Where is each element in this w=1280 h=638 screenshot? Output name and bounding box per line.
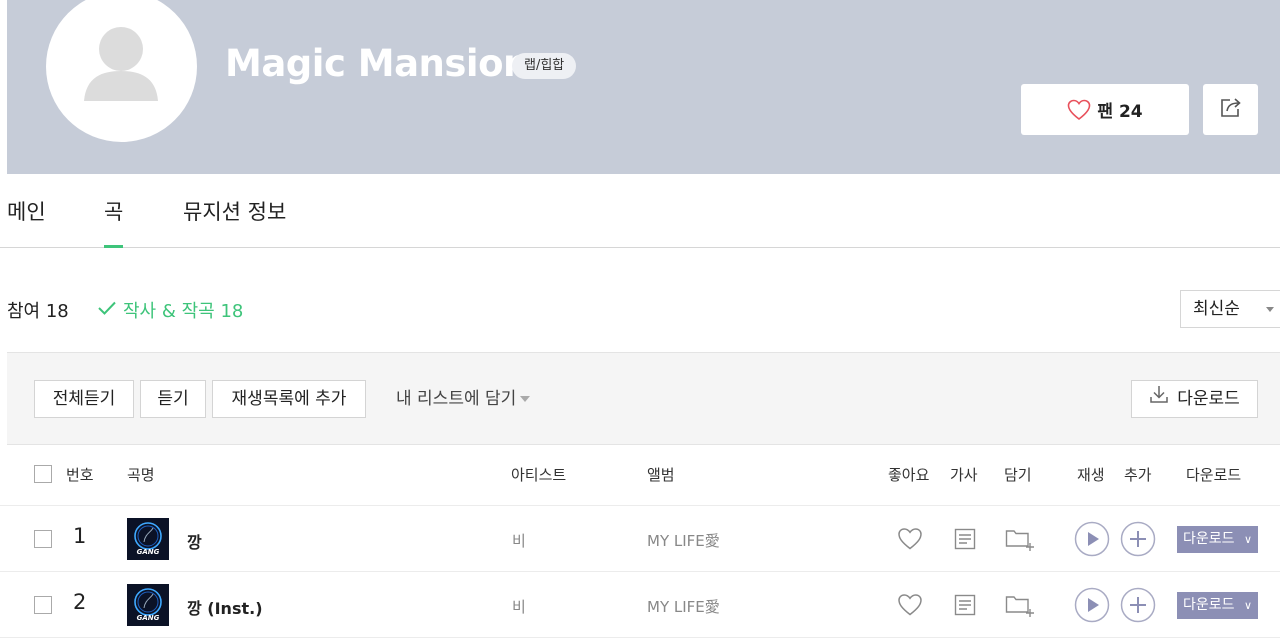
tab-musician-info[interactable]: 뮤지션 정보 xyxy=(183,196,286,226)
table-row: 1 GANG 깡 비 MY LIFE愛 다운로드 ∨ xyxy=(0,506,1280,572)
add-to-playlist-button[interactable]: 재생목록에 추가 xyxy=(212,380,366,418)
play-button[interactable]: 듣기 xyxy=(140,380,206,418)
song-title[interactable]: 깡 (Inst.) xyxy=(187,595,263,619)
download-label: 다운로드 xyxy=(1177,389,1240,409)
tab-bar: 메인 곡 뮤지션 정보 xyxy=(0,174,1280,248)
save-folder-icon[interactable] xyxy=(1005,593,1035,621)
add-circle-icon[interactable] xyxy=(1120,521,1156,561)
download-button[interactable]: 다운로드 xyxy=(1131,380,1258,418)
col-number: 번호 xyxy=(66,466,94,484)
row-checkbox[interactable] xyxy=(34,596,52,614)
song-title[interactable]: 깡 xyxy=(187,529,202,553)
col-lyrics: 가사 xyxy=(950,466,978,484)
share-icon xyxy=(1219,97,1243,123)
like-heart-icon[interactable] xyxy=(897,593,923,621)
artist-header: Magic Mansion 랩/힙합 팬 24 xyxy=(7,0,1280,174)
share-button[interactable] xyxy=(1203,84,1258,135)
add-circle-icon[interactable] xyxy=(1120,587,1156,627)
album-cover[interactable]: GANG xyxy=(127,518,169,560)
chevron-down-icon: ∨ xyxy=(1243,533,1252,546)
add-to-my-list-dropdown[interactable]: 내 리스트에 담기 xyxy=(396,380,531,418)
row-number: 1 xyxy=(73,524,87,548)
col-save: 담기 xyxy=(1004,466,1032,484)
lyrics-icon[interactable] xyxy=(954,528,976,554)
svg-text:GANG: GANG xyxy=(137,614,160,622)
my-list-label: 내 리스트에 담기 xyxy=(396,389,517,409)
col-download: 다운로드 xyxy=(1186,466,1242,484)
play-circle-icon[interactable] xyxy=(1074,521,1110,561)
lyrics-icon[interactable] xyxy=(954,594,976,620)
caret-down-icon xyxy=(1266,307,1274,312)
tab-songs[interactable]: 곡 xyxy=(104,196,124,248)
col-album: 앨범 xyxy=(647,466,675,484)
song-toolbar: 전체듣기 듣기 재생목록에 추가 내 리스트에 담기 다운로드 xyxy=(7,352,1280,445)
song-album[interactable]: MY LIFE愛 xyxy=(647,596,720,617)
table-row: 2 GANG 깡 (Inst.) 비 MY LIFE愛 다운로드 ∨ xyxy=(0,572,1280,638)
fan-button[interactable]: 팬 24 xyxy=(1021,84,1189,135)
genre-badge: 랩/힙합 xyxy=(512,53,577,79)
album-art-icon: GANG xyxy=(127,584,169,626)
row-download-button[interactable]: 다운로드 ∨ xyxy=(1177,526,1258,553)
play-all-button[interactable]: 전체듣기 xyxy=(34,380,134,418)
check-icon xyxy=(97,300,117,321)
artist-avatar xyxy=(46,0,197,142)
artist-name: Magic Mansion xyxy=(225,42,529,85)
col-add: 추가 xyxy=(1124,466,1152,484)
table-header: 번호 곡명 아티스트 앨범 좋아요 가사 담기 재생 추가 다운로드 xyxy=(0,446,1280,506)
download-icon xyxy=(1149,381,1169,417)
filter-songwriter[interactable]: 작사 & 작곡 18 xyxy=(97,297,243,323)
col-play: 재생 xyxy=(1077,466,1105,484)
participation-count[interactable]: 참여 18 xyxy=(7,297,69,323)
song-album[interactable]: MY LIFE愛 xyxy=(647,530,720,551)
default-profile-icon xyxy=(84,27,158,101)
like-heart-icon[interactable] xyxy=(897,527,923,555)
row-download-button[interactable]: 다운로드 ∨ xyxy=(1177,592,1258,619)
album-cover[interactable]: GANG xyxy=(127,584,169,626)
row-download-label: 다운로드 xyxy=(1183,597,1235,613)
sort-value: 최신순 xyxy=(1193,299,1240,319)
play-circle-icon[interactable] xyxy=(1074,587,1110,627)
song-artist[interactable]: 비 xyxy=(512,596,526,617)
row-number: 2 xyxy=(73,590,87,614)
select-all-checkbox[interactable] xyxy=(34,465,52,483)
svg-text:GANG: GANG xyxy=(137,548,160,556)
col-title: 곡명 xyxy=(127,466,155,484)
col-artist: 아티스트 xyxy=(511,466,567,484)
chevron-down-icon: ∨ xyxy=(1243,599,1252,612)
fan-count-label: 팬 24 xyxy=(1097,102,1143,122)
caret-down-icon xyxy=(520,396,531,402)
heart-icon xyxy=(1067,99,1091,121)
filter-label: 작사 & 작곡 18 xyxy=(123,301,244,322)
save-folder-icon[interactable] xyxy=(1005,527,1035,555)
album-art-icon: GANG xyxy=(127,518,169,560)
sort-select[interactable]: 최신순 xyxy=(1180,290,1280,328)
col-like: 좋아요 xyxy=(888,466,930,484)
row-checkbox[interactable] xyxy=(34,530,52,548)
song-artist[interactable]: 비 xyxy=(512,530,526,551)
tab-main[interactable]: 메인 xyxy=(7,196,46,226)
row-download-label: 다운로드 xyxy=(1183,531,1235,547)
